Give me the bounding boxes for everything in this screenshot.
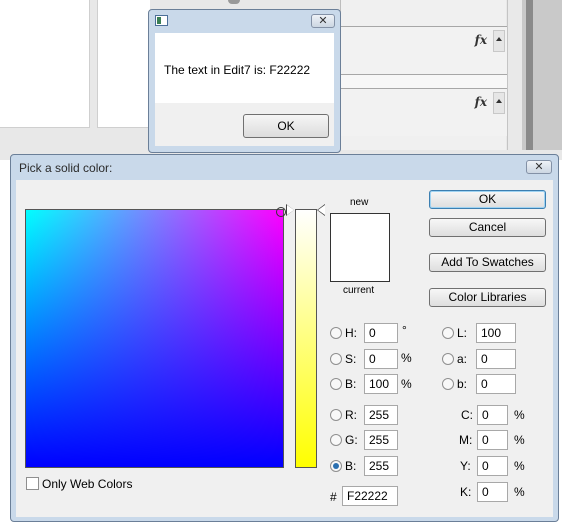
message-box-footer: OK xyxy=(155,103,334,146)
r-label: R: xyxy=(345,408,357,422)
l-field[interactable]: 100 xyxy=(476,323,516,343)
app-icon xyxy=(155,15,168,26)
scroll-up-icon[interactable] xyxy=(493,30,505,52)
r-field[interactable]: 255 xyxy=(364,405,398,425)
lab-b-label: b: xyxy=(457,377,468,391)
radio-h[interactable] xyxy=(330,327,342,339)
add-to-swatches-button[interactable]: Add To Swatches xyxy=(429,253,546,272)
background-canvas xyxy=(0,0,90,128)
k-label: K: xyxy=(460,485,472,499)
brightness-field[interactable]: 100 xyxy=(364,374,398,394)
m-unit: % xyxy=(514,433,525,447)
slider-handle-right-icon[interactable] xyxy=(318,205,325,215)
close-button[interactable]: ✕ xyxy=(311,14,335,28)
y-field[interactable]: 0 xyxy=(477,456,508,476)
m-field[interactable]: 0 xyxy=(477,430,508,450)
a-label: a: xyxy=(457,352,468,366)
scroll-up-icon[interactable] xyxy=(493,92,505,114)
h-label: H: xyxy=(345,326,357,340)
color-field[interactable] xyxy=(25,207,286,468)
radio-blue[interactable] xyxy=(330,460,342,472)
slider-handle-left-icon[interactable] xyxy=(287,205,294,215)
color-picker-dialog: Pick a solid color: ✕ Only Web Colors ne… xyxy=(10,154,559,522)
only-web-colors-label[interactable]: Only Web Colors xyxy=(42,477,132,491)
message-text: The text in Edit7 is: F22222 xyxy=(164,63,311,77)
m-label: M: xyxy=(459,433,473,447)
s-field[interactable]: 0 xyxy=(364,349,398,369)
hex-label: # xyxy=(330,490,337,504)
lab-b-field[interactable]: 0 xyxy=(476,374,516,394)
ok-button[interactable]: OK xyxy=(243,114,329,138)
radio-lab-b[interactable] xyxy=(442,378,454,390)
hex-field[interactable]: F22222 xyxy=(342,486,398,506)
cancel-button[interactable]: Cancel xyxy=(429,218,546,237)
radio-brightness[interactable] xyxy=(330,378,342,390)
panel-row[interactable]: fx xyxy=(341,26,507,74)
g-label: G: xyxy=(345,433,358,447)
s-label: S: xyxy=(345,352,357,366)
layers-panel: fx fx xyxy=(340,0,507,150)
c-field[interactable]: 0 xyxy=(477,405,508,425)
blue-label: B: xyxy=(345,459,357,473)
color-libraries-button[interactable]: Color Libraries xyxy=(429,288,546,307)
h-unit: ° xyxy=(402,323,407,337)
a-field[interactable]: 0 xyxy=(476,349,516,369)
panel-row[interactable]: fx xyxy=(341,88,507,136)
background-canvas xyxy=(97,0,150,128)
radio-l[interactable] xyxy=(442,327,454,339)
c-unit: % xyxy=(514,408,525,422)
y-label: Y: xyxy=(460,459,471,473)
color-preview-swatch xyxy=(330,213,390,282)
g-field[interactable]: 255 xyxy=(364,430,398,450)
color-field-marker[interactable] xyxy=(276,207,286,217)
message-box-body: The text in Edit7 is: F22222 xyxy=(155,33,334,103)
background-side-strip xyxy=(526,0,533,150)
k-field[interactable]: 0 xyxy=(477,482,508,502)
radio-s[interactable] xyxy=(330,353,342,365)
y-unit: % xyxy=(514,459,525,473)
radio-r[interactable] xyxy=(330,409,342,421)
c-label: C: xyxy=(461,408,473,422)
ok-button[interactable]: OK xyxy=(429,190,546,209)
radio-a[interactable] xyxy=(442,353,454,365)
radio-g[interactable] xyxy=(330,434,342,446)
panel-scrollbar[interactable] xyxy=(507,0,522,150)
only-web-colors-checkbox[interactable] xyxy=(26,477,39,490)
s-unit: % xyxy=(401,351,412,365)
l-label: L: xyxy=(457,326,468,340)
message-box-window: ✕ The text in Edit7 is: F22222 OK xyxy=(148,9,341,153)
h-field[interactable]: 0 xyxy=(364,323,398,343)
message-box-titlebar[interactable]: ✕ xyxy=(149,10,340,32)
dialog-title: Pick a solid color: xyxy=(19,161,113,175)
brightness-unit: % xyxy=(401,377,412,391)
close-button[interactable]: ✕ xyxy=(526,160,552,174)
k-unit: % xyxy=(514,485,525,499)
brightness-label: B: xyxy=(345,377,357,391)
current-color-label: current xyxy=(343,285,375,296)
fx-icon[interactable]: fx xyxy=(475,95,487,109)
color-slider[interactable] xyxy=(295,209,317,468)
fx-icon[interactable]: fx xyxy=(475,33,487,47)
dialog-client-area: Only Web Colors new current OK Cancel Ad… xyxy=(16,180,553,517)
new-color-label: new xyxy=(350,197,369,208)
background-scroll-knob xyxy=(228,0,240,4)
blue-field[interactable]: 255 xyxy=(364,456,398,476)
